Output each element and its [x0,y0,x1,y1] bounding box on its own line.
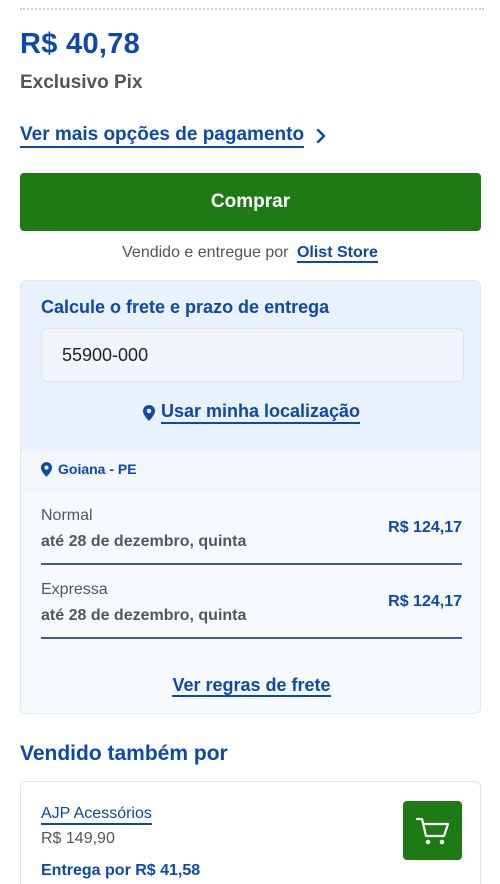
city-name: Goiana - PE [58,461,137,477]
shipping-option-eta: até 28 de dezembro, quinta [41,607,247,624]
more-payment-options-label: Ver mais opções de pagamento [20,124,305,148]
section-divider [20,8,484,10]
shipping-option-price: R$ 124,17 [388,593,462,610]
buy-button[interactable]: Comprar [20,173,481,231]
shipping-option-price: R$ 124,17 [388,519,462,536]
also-sold-by-title: Vendido também por [20,742,228,765]
pix-price: R$ 40,78 [20,28,141,60]
chevron-right-icon [316,129,326,143]
shipping-option-eta: até 28 de dezembro, quinta [41,533,247,550]
shipping-option-express[interactable]: Expressa até 28 de dezembro, quinta R$ 1… [41,577,462,639]
use-location-label: Usar minha localização [160,401,361,424]
sold-by-prefix: Vendido e entregue por [122,244,289,261]
shipping-option-name: Expressa [41,581,108,598]
pix-price-label: Exclusivo Pix [20,72,143,93]
seller-shipping: Entrega por R$ 41,58 [41,862,201,879]
more-payment-options-link[interactable]: Ver mais opções de pagamento [20,124,328,148]
shipping-rules-link[interactable]: Ver regras de frete [21,675,480,697]
shipping-option-normal[interactable]: Normal até 28 de dezembro, quinta R$ 124… [41,503,462,565]
shipping-calculator-header: Calcule o frete e prazo de entrega Usar … [21,281,480,451]
shipping-rules-label: Ver regras de frete [172,675,331,697]
sold-by-line: Vendido e entregue por Olist Store [0,244,500,263]
shipping-option-name: Normal [41,507,93,524]
seller-price: R$ 149,90 [41,830,115,847]
cep-input[interactable] [41,328,464,382]
use-location-link[interactable]: Usar minha localização [21,401,480,424]
map-pin-icon [142,404,155,421]
shipping-calculator-title: Calcule o frete e prazo de entrega [41,297,330,317]
shipping-calculator: Calcule o frete e prazo de entrega Usar … [20,280,481,714]
seller-card: AJP Acessórios R$ 149,90 Entrega por R$ … [20,781,481,884]
add-to-cart-button[interactable] [403,801,462,860]
selected-city: Goiana - PE [41,461,137,477]
shopping-cart-icon [415,817,449,844]
map-pin-icon [41,461,52,477]
seller-name-link[interactable]: AJP Acessórios [41,804,152,825]
store-link[interactable]: Olist Store [296,244,378,263]
